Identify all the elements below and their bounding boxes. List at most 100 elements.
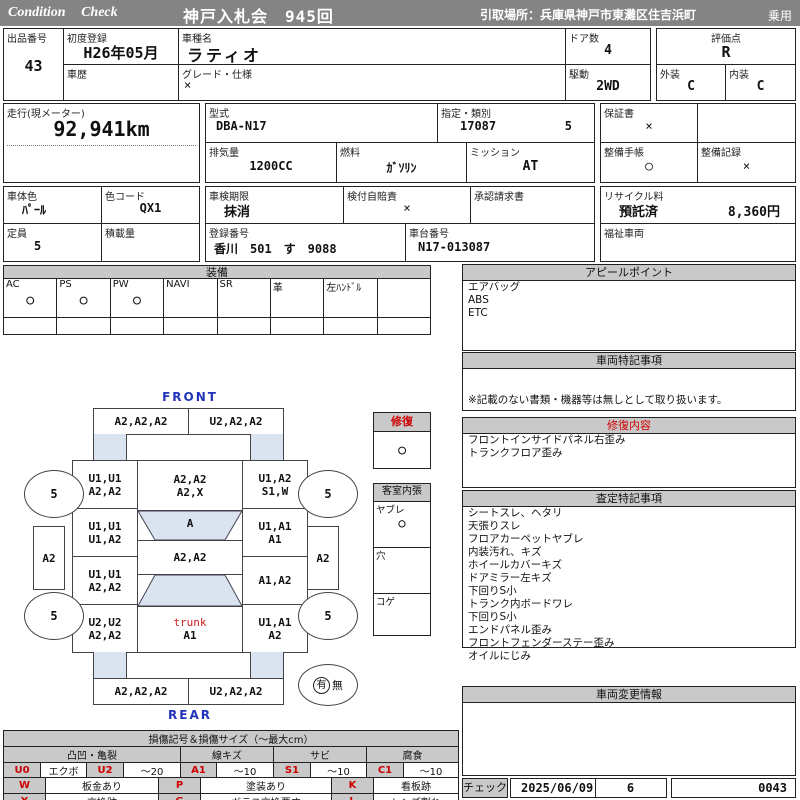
assessment-item: ホイールカバーキズ bbox=[468, 559, 563, 571]
legend-mark-code: X bbox=[3, 793, 46, 800]
registration-number-label: 登録番号 bbox=[209, 229, 249, 240]
auction-sheet: Condition Check 神戸入札会 945回 引取場所：兵庫県神戸市東灘… bbox=[0, 0, 800, 800]
capacity-cell: 定員 5 bbox=[3, 223, 102, 262]
model-code-value: DBA-N17 bbox=[216, 119, 267, 133]
rear-left-quarter-codes: U2,U2 A2,A2 bbox=[88, 615, 122, 642]
legend-mark-label: 塗装あり bbox=[200, 777, 332, 794]
damage-mark-legend: W 板金あり P 塗装あり K 看板跡 X 交換跡 G ガラス交換要す L レン… bbox=[3, 777, 459, 800]
designation-number: 17087 bbox=[460, 119, 497, 133]
first-registration-value: H26年05月 bbox=[83, 44, 159, 62]
equipment-header: 装備 bbox=[3, 265, 431, 279]
assessment-item: 天張りスレ bbox=[468, 520, 521, 532]
designation-cell: 指定・類別 17087 5 bbox=[437, 103, 595, 143]
rear-bumper-left-codes: A2,A2,A2 bbox=[114, 685, 168, 698]
load-capacity-cell: 積載量 bbox=[101, 223, 200, 262]
check-number-value: 0043 bbox=[758, 781, 787, 795]
mileage-cell: 走行(現メーター) 92,941km bbox=[3, 103, 200, 183]
score-value: R bbox=[721, 43, 731, 61]
rear-left-wheel-value: 5 bbox=[50, 609, 58, 623]
check-date-cell: 2025/06/09 6 bbox=[510, 778, 667, 798]
displacement-cell: 排気量 1200CC bbox=[205, 142, 337, 183]
equipment-empty-row bbox=[3, 317, 431, 335]
maintenance-book-label: 整備手帳 bbox=[604, 148, 644, 159]
equipment-cell-sr: SR bbox=[218, 279, 271, 317]
rear-label: REAR bbox=[168, 708, 212, 722]
legend-group-corrosion: 腐食 bbox=[365, 746, 460, 763]
color-code-value: QX1 bbox=[139, 201, 162, 215]
front-bumper-right-codes: U2,A2,A2 bbox=[209, 415, 263, 428]
lot-number-value: 43 bbox=[24, 57, 43, 75]
legend-mark-label: 看板跡 bbox=[373, 777, 459, 794]
rear-right-quarter-codes: U1,A1 A2 bbox=[258, 615, 292, 642]
transmission-label: ミッション bbox=[470, 148, 520, 159]
blank-cell bbox=[697, 103, 796, 143]
chassis-number-label: 車台番号 bbox=[409, 229, 449, 240]
approval-request-cell: 承認請求書 bbox=[470, 186, 595, 224]
maintenance-book-cell: 整備手帳 ○ bbox=[600, 142, 698, 183]
score-cell: 評価点 R bbox=[656, 28, 796, 65]
repair-item: トランクフロア歪み bbox=[468, 447, 563, 459]
capacity-value: 5 bbox=[34, 239, 42, 253]
interior-grade-cell: 内装 C bbox=[725, 64, 796, 101]
fuel-label: 燃料 bbox=[340, 148, 360, 159]
color-code-cell: 色コード QX1 bbox=[101, 186, 200, 224]
grade-cell: グレード・仕様 × bbox=[178, 64, 566, 101]
maintenance-record-cell: 整備記録 × bbox=[697, 142, 796, 183]
recycle-status-value: 預託済 bbox=[619, 205, 659, 220]
hood-cell: A2,A2 A2,X bbox=[137, 460, 243, 511]
equipment-navi-label: NAVI bbox=[166, 279, 190, 290]
windshield-shape: A bbox=[137, 510, 243, 541]
spare-absent-mark: 無 bbox=[332, 679, 343, 692]
assessment-notes-panel: 査定特記事項 シートスレ、ヘタリ 天張りスレ フロアカーペットヤブレ 内装汚れ、… bbox=[462, 490, 796, 662]
front-right-door-cell: U1,A1 A1 bbox=[242, 508, 308, 557]
assessment-item: シートスレ、ヘタリ bbox=[468, 507, 563, 519]
grade-value: × bbox=[184, 78, 192, 92]
warranty-label: 保証書 bbox=[604, 109, 634, 120]
assessment-item: フロアカーペットヤブレ bbox=[468, 533, 584, 545]
doors-cell: ドア数 4 bbox=[565, 28, 651, 65]
cabin-burn-label: コゲ bbox=[376, 597, 396, 608]
displacement-value: 1200CC bbox=[249, 159, 293, 173]
check-code-value: 6 bbox=[626, 781, 635, 795]
rear-bumper-left-cell: A2,A2,A2 bbox=[93, 678, 189, 705]
legend-mark-code: W bbox=[3, 777, 46, 794]
drive-value: 2WD bbox=[596, 79, 620, 94]
designation-class: 5 bbox=[564, 119, 572, 133]
capacity-label: 定員 bbox=[7, 229, 27, 240]
registration-number-cell: 登録番号 香川 501 す 9088 bbox=[205, 223, 406, 262]
transmission-value: AT bbox=[522, 159, 539, 174]
equipment-sr-label: SR bbox=[219, 279, 233, 290]
change-info-header: 車両変更情報 bbox=[463, 687, 795, 703]
front-label: FRONT bbox=[162, 390, 218, 404]
fuel-value: ｶﾞｿﾘﾝ bbox=[386, 161, 417, 175]
trunk-codes: A1 bbox=[183, 629, 197, 642]
front-right-fender-cell: U1,A2 S1,W bbox=[242, 460, 308, 509]
mileage-value: 92,941km bbox=[53, 117, 150, 141]
cabin-row-tear: ヤブレ ○ bbox=[374, 502, 430, 548]
equipment-pw-value: ○ bbox=[133, 293, 141, 308]
legend-mark-label: ガラス交換要す bbox=[200, 793, 332, 800]
legend-group-dent: 凸凹・亀裂 bbox=[3, 746, 181, 763]
check-date-value: 2025/06/09 bbox=[521, 781, 594, 795]
front-left-fender-codes: U1,U1 A2,A2 bbox=[88, 471, 122, 498]
doors-value: 4 bbox=[604, 43, 612, 58]
legend-group-rust: サビ bbox=[273, 746, 367, 763]
damage-diagram: FRONT A2,A2,A2 U2,A2,A2 U1,U1 A2,A2 A2,A… bbox=[10, 388, 370, 738]
spare-present-mark: 有 bbox=[313, 676, 330, 694]
rear-right-wheel-value: 5 bbox=[324, 609, 332, 623]
insurance-cell: 検付自賠責 × bbox=[343, 186, 471, 224]
legend-mark-code: G bbox=[158, 793, 201, 800]
vehicle-notes-note: ※記載のない書類・機器等は無しとして取り扱います。 bbox=[468, 394, 728, 406]
mileage-divider bbox=[7, 145, 196, 146]
assessment-notes-header: 査定特記事項 bbox=[463, 491, 795, 507]
history-cell: 車歴 bbox=[63, 64, 179, 101]
windshield-code: A bbox=[186, 517, 194, 530]
maintenance-record-label: 整備記録 bbox=[701, 148, 741, 159]
equipment-cell-lhd: 左ﾊﾝﾄﾞﾙ bbox=[324, 279, 378, 317]
roof-cell: A2,A2 bbox=[137, 540, 243, 575]
assessment-item: 下回りS小 bbox=[468, 611, 517, 623]
interior-grade-value: C bbox=[756, 79, 765, 94]
displacement-label: 排気量 bbox=[209, 148, 239, 159]
vehicle-notes-header: 車両特記事項 bbox=[463, 353, 795, 369]
exterior-grade-cell: 外装 C bbox=[656, 64, 726, 101]
